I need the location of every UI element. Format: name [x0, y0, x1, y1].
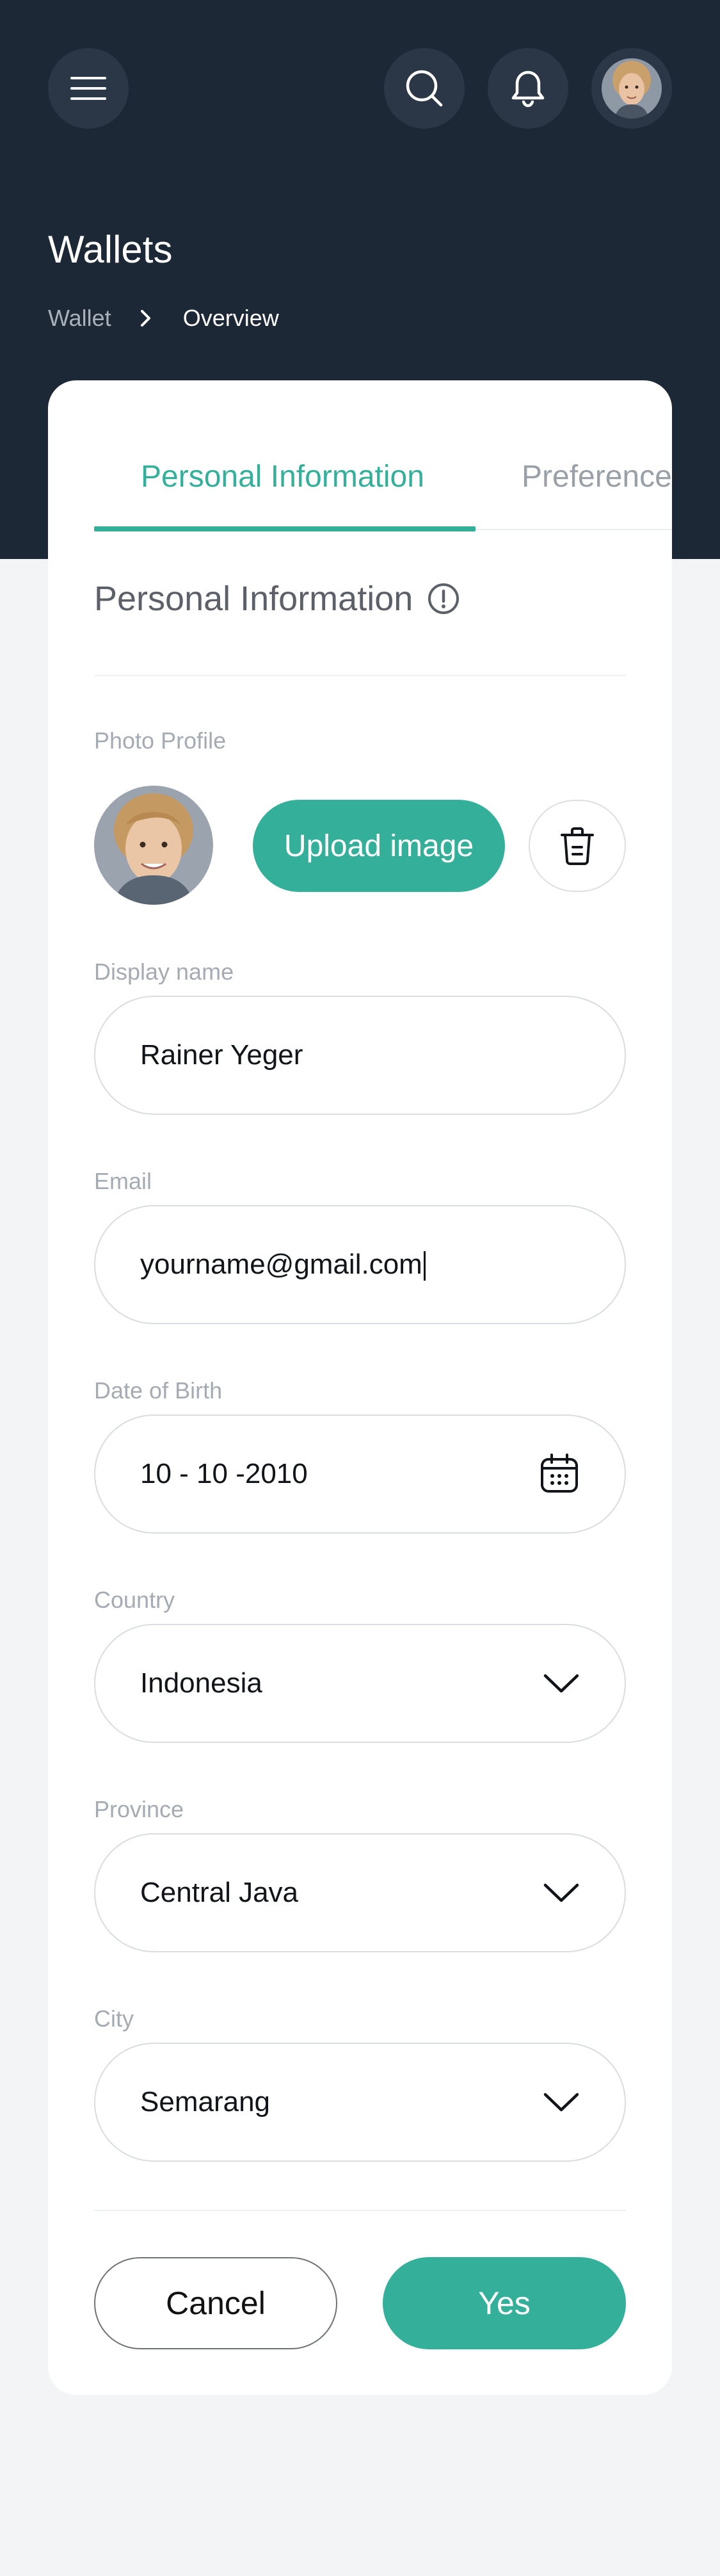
menu-button[interactable] [48, 48, 129, 129]
email-value: yourname@gmail.com [140, 1248, 422, 1280]
tab-bar: Personal Information Preference [94, 380, 672, 531]
province-select[interactable]: Central Java [94, 1833, 626, 1952]
calendar-icon[interactable] [539, 1453, 580, 1495]
email-field[interactable]: yourname@gmail.com [94, 1205, 626, 1324]
hamburger-menu-icon [70, 77, 106, 100]
upload-image-button[interactable]: Upload image [253, 800, 505, 892]
cancel-button[interactable]: Cancel [94, 2257, 337, 2349]
city-value: Semarang [140, 2086, 271, 2118]
email-value-wrapper: yourname@gmail.com [140, 1249, 580, 1281]
chevron-down-icon [543, 1882, 580, 1904]
display-name-field[interactable]: Rainer Yeger [94, 996, 626, 1115]
province-value: Central Java [140, 1877, 299, 1908]
notification-button[interactable] [488, 48, 568, 129]
tab-preference[interactable]: Preference [522, 459, 672, 494]
info-circle-icon[interactable] [427, 582, 460, 615]
display-name-value: Rainer Yeger [140, 1039, 303, 1071]
delete-photo-button[interactable] [529, 800, 626, 892]
user-avatar-button[interactable] [591, 48, 672, 129]
active-tab-indicator [94, 526, 476, 531]
section-header: Personal Information [94, 579, 460, 619]
search-icon [406, 70, 443, 107]
yes-button[interactable]: Yes [383, 2257, 626, 2349]
chevron-down-icon [543, 2091, 580, 2113]
photo-profile-label: Photo Profile [94, 727, 227, 754]
email-label: Email [94, 1168, 152, 1194]
search-button[interactable] [384, 48, 465, 129]
profile-photo [94, 786, 213, 905]
page-title: Wallets [48, 228, 173, 271]
city-select[interactable]: Semarang [94, 2043, 626, 2162]
dob-field[interactable]: 10 - 10 -2010 [94, 1414, 626, 1534]
display-name-label: Display name [94, 959, 234, 985]
dob-label: Date of Birth [94, 1377, 223, 1404]
section-divider [94, 675, 626, 676]
dob-value: 10 - 10 -2010 [140, 1458, 308, 1489]
breadcrumb-item-wallet[interactable]: Wallet [48, 305, 111, 332]
breadcrumb-item-overview: Overview [182, 305, 279, 331]
trash-icon [561, 827, 594, 865]
text-caret [423, 1251, 426, 1281]
profile-card: Personal Information Preference Personal… [48, 380, 672, 2395]
chevron-down-icon [543, 1673, 580, 1694]
city-label: City [94, 2005, 134, 2032]
province-label: Province [94, 1796, 184, 1822]
country-label: Country [94, 1587, 175, 1613]
country-value: Indonesia [140, 1667, 262, 1699]
user-avatar [602, 58, 662, 118]
breadcrumb-chevron-right-icon [140, 309, 152, 328]
bell-icon [511, 70, 545, 108]
actions-divider [94, 2210, 626, 2211]
breadcrumb: Wallet Overview [48, 305, 279, 332]
country-select[interactable]: Indonesia [94, 1624, 626, 1743]
section-title: Personal Information [94, 579, 413, 618]
tab-personal-information[interactable]: Personal Information [141, 459, 424, 494]
